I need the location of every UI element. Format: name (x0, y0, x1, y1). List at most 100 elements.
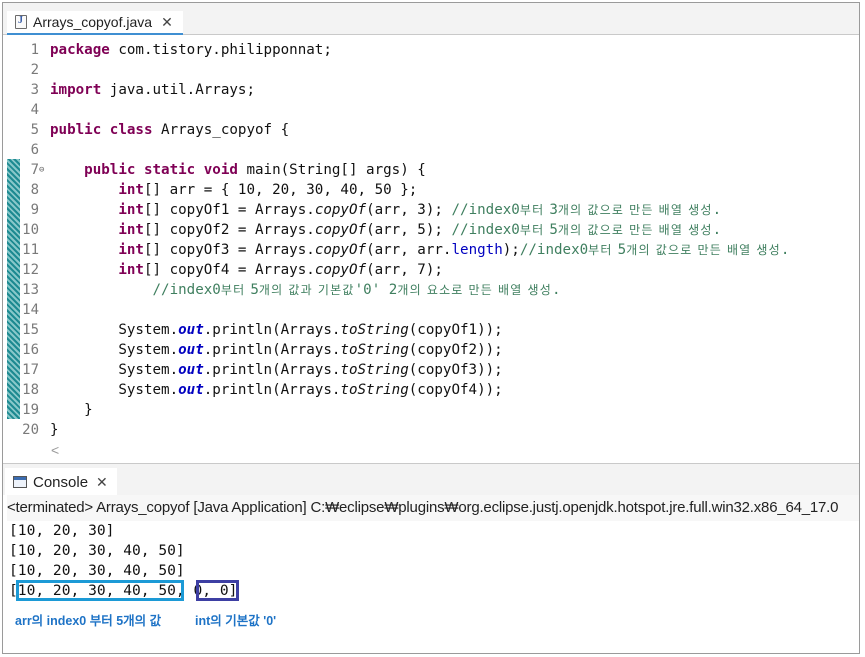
code-token: copyOf (314, 222, 367, 238)
code-line[interactable]: 18 System.out.println(Arrays.toString(co… (3, 380, 859, 400)
code-keyword: int (118, 182, 144, 198)
line-number: 5 (30, 122, 39, 138)
code-line[interactable]: 5 public class Arrays_copyof { (3, 120, 859, 140)
line-number: 16 (22, 342, 39, 358)
line-number: 12 (22, 262, 39, 278)
editor-tab-label: Arrays_copyof.java (33, 14, 153, 30)
code-line[interactable]: 8 int[] arr = { 10, 20, 30, 40, 50 }; (3, 180, 859, 200)
comment-segment: . (712, 202, 722, 218)
code-token: copyOf (314, 202, 367, 218)
code-text: System.out.println(Arrays.toString(copyO… (50, 320, 503, 340)
code-comment: //index0부터 5개의 값으로 만든 배열 생성. (451, 222, 721, 238)
code-line[interactable]: 3 import java.util.Arrays; (3, 80, 859, 100)
code-keyword: int (118, 262, 144, 278)
code-line[interactable]: 13 //index0부터 5개의 값과 기본값'0' 2개의 요소로 만든 배… (3, 280, 859, 300)
code-text: //index0부터 5개의 값과 기본값'0' 2개의 요소로 만든 배열 생… (50, 280, 561, 300)
code-token: toString (340, 382, 409, 398)
code-token: copyOf (314, 262, 367, 278)
code-line[interactable]: 7 ⊖ public static void main(String[] args… (3, 160, 859, 180)
line-number: 10 (22, 222, 39, 238)
code-line[interactable]: 1 package com.tistory.philipponnat; (3, 40, 859, 60)
line-number: 17 (22, 362, 39, 378)
console-tab-label: Console (33, 473, 89, 491)
code-token: System. (50, 382, 179, 398)
close-icon[interactable]: ✕ (161, 14, 173, 31)
line-number: 6 (30, 142, 39, 158)
code-line[interactable]: 17 System.out.println(Arrays.toString(co… (3, 360, 859, 380)
code-text: int[] copyOf2 = Arrays.copyOf(arr, 5); /… (50, 220, 721, 240)
code-token: [] arr = { 10, 20, 30, 40, 50 }; (143, 182, 418, 198)
line-number: 2 (30, 62, 39, 78)
code-line[interactable]: 6 (3, 140, 859, 160)
code-token: (copyOf1)); (408, 322, 503, 338)
code-line[interactable]: 10 int[] copyOf2 = Arrays.copyOf(arr, 5)… (3, 220, 859, 240)
code-line[interactable]: 11 int[] copyOf3 = Arrays.copyOf(arr, ar… (3, 240, 859, 260)
code-token: toString (340, 322, 409, 338)
code-text: } (50, 420, 59, 440)
code-keyword: import (50, 82, 102, 98)
code-line[interactable]: 14 (3, 300, 859, 320)
code-line[interactable]: 4 (3, 100, 859, 120)
code-token: ); (502, 242, 520, 258)
code-text: System.out.println(Arrays.toString(copyO… (50, 340, 502, 360)
output-line: [10, 20, 30, 40, 50] (9, 542, 185, 559)
editor-tab[interactable]: Arrays_copyof.java ✕ (7, 11, 183, 35)
comment-segment: 부터 (220, 283, 251, 297)
code-keyword: package (50, 42, 110, 58)
code-keyword: public (50, 122, 102, 138)
code-token: .println(Arrays. (203, 382, 341, 398)
line-number: 18 (22, 382, 39, 398)
comment-segment: 5 (549, 222, 558, 238)
highlight-box-default-values (196, 580, 239, 601)
code-token: .println(Arrays. (203, 322, 341, 338)
code-token: copyOf (314, 242, 367, 258)
code-text: int[] copyOf1 = Arrays.copyOf(arr, 3); /… (50, 200, 721, 220)
code-token: (copyOf4)); (408, 382, 503, 398)
code-token: out (178, 362, 204, 378)
code-comment: //index0부터 5개의 값과 기본값'0' 2개의 요소로 만든 배열 생… (153, 282, 561, 298)
code-line[interactable]: 12 int[] copyOf4 = Arrays.copyOf(arr, 7)… (3, 260, 859, 280)
code-line[interactable]: 2 (3, 60, 859, 80)
code-token: .println(Arrays. (203, 342, 341, 358)
line-number: 8 (30, 182, 39, 198)
code-keyword: int (118, 222, 144, 238)
code-token: com.tistory.philipponnat; (109, 42, 332, 58)
code-line[interactable]: 15 System.out.println(Arrays.toString(co… (3, 320, 859, 340)
output-line: [10, 20, 30] (9, 522, 115, 539)
comment-segment: . (712, 222, 722, 238)
close-icon[interactable]: ✕ (96, 474, 108, 491)
code-text: package com.tistory.philipponnat; (50, 40, 332, 60)
code-text: System.out.println(Arrays.toString(copyO… (50, 380, 503, 400)
code-line[interactable]: 16 System.out.println(Arrays.toString(co… (3, 340, 859, 360)
line-number: 7 (30, 162, 39, 178)
console-status-line: <terminated> Arrays_copyof [Java Applica… (7, 495, 859, 521)
code-line[interactable]: 19 } (3, 400, 859, 420)
code-token: System. (50, 342, 179, 358)
comment-segment: 개의 값으로 만든 배열 생성 (557, 203, 713, 217)
code-token: .println(Arrays. (203, 362, 341, 378)
console-tab[interactable]: Console ✕ (5, 468, 117, 496)
code-token: [] copyOf2 = Arrays. (143, 222, 315, 238)
fold-toggle-icon[interactable]: ⊖ (39, 160, 44, 180)
comment-segment: 5 (617, 242, 627, 258)
code-token: out (178, 382, 204, 398)
code-line[interactable]: 20} (3, 420, 859, 440)
code-token: (arr, 7); (366, 262, 443, 278)
code-token: out (178, 342, 204, 358)
code-line[interactable]: 9 int[] copyOf1 = Arrays.copyOf(arr, 3);… (3, 200, 859, 220)
comment-segment: //index0 (451, 222, 520, 238)
code-keyword: static (143, 162, 196, 178)
code-token: [] copyOf1 = Arrays. (143, 202, 315, 218)
line-number: 1 (30, 42, 39, 58)
scroll-left-icon[interactable]: < (51, 442, 59, 458)
code-token: toString (340, 362, 409, 378)
code-editor[interactable]: 1 package com.tistory.philipponnat; 2 3 impo… (3, 36, 859, 463)
code-text: int[] copyOf3 = Arrays.copyOf(arr, arr.l… (50, 240, 789, 260)
code-token: (arr, arr. (366, 242, 452, 258)
